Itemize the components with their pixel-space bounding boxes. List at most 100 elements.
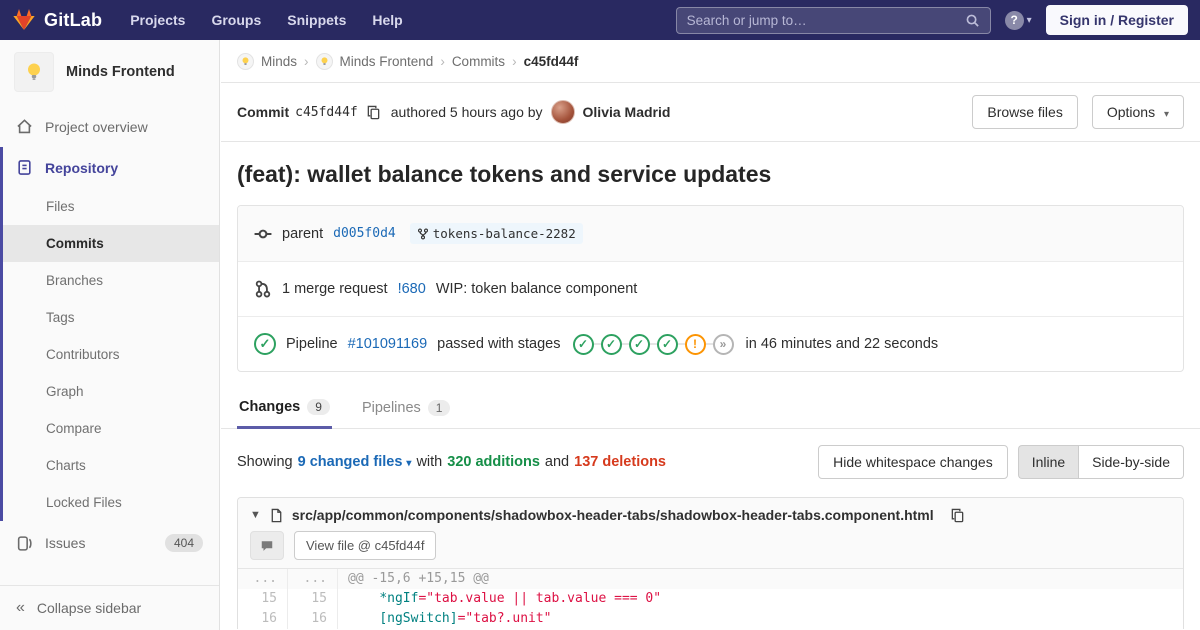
diff-table: ...... @@ -15,6 +15,15 @@ 15 15 *ngIf="tab.…	[238, 568, 1183, 629]
new-line-number[interactable]: 16	[288, 609, 338, 629]
diff-line: 16 16 [ngSwitch]="tab?.unit"	[238, 609, 1183, 629]
search-box[interactable]	[675, 6, 991, 34]
project-sidebar: Minds Frontend Project overview Reposito…	[0, 40, 220, 630]
sidebar-item-issues[interactable]: Issues 404	[0, 521, 219, 565]
parent-sha-link[interactable]: d005f0d4	[333, 226, 396, 241]
chevron-down-icon: ▾	[1163, 109, 1169, 120]
breadcrumb-commits[interactable]: Commits	[452, 54, 505, 69]
stage-passed-icon[interactable]: ✓	[600, 333, 622, 355]
project-mini-avatar	[315, 53, 333, 70]
commit-title: (feat): wallet balance tokens and servic…	[237, 161, 772, 187]
diff-line: ...... @@ -15,6 +15,15 @@	[238, 569, 1183, 589]
pipeline-duration: in 46 minutes and 22 seconds	[745, 336, 939, 352]
ref-badge[interactable]: tokens-balance-2282	[409, 223, 583, 244]
stage-connector	[593, 343, 601, 345]
sidebar-item-commits[interactable]: Commits	[3, 225, 219, 262]
gitlab-logo[interactable]: GitLab	[12, 8, 102, 32]
hide-whitespace-button[interactable]: Hide whitespace changes	[818, 445, 1008, 479]
main-menu: Projects Groups Snippets Help	[130, 12, 403, 28]
diff-file-box: ▼ src/app/common/components/shadowbox-he…	[237, 497, 1184, 629]
pipeline-stages: ✓ ✓ ✓ ✓! »	[572, 333, 734, 355]
chevron-down-icon: ▾	[406, 458, 412, 469]
group-avatar	[237, 53, 254, 70]
collapse-diff-caret-icon[interactable]: ▼	[250, 509, 261, 521]
breadcrumb-separator: ›	[512, 54, 517, 69]
pipeline-passed-icon: ✓	[254, 333, 276, 355]
diff-file-path[interactable]: src/app/common/components/shadowbox-head…	[292, 507, 934, 523]
sidebar-item-project-overview[interactable]: Project overview	[0, 106, 219, 147]
sidebar-item-branches[interactable]: Branches	[3, 262, 219, 299]
double-chevron-left-icon: «	[16, 599, 25, 616]
additions-count: 320 additions	[447, 454, 540, 470]
sidebar-item-files[interactable]: Files	[3, 188, 219, 225]
new-line-number[interactable]: ...	[288, 569, 338, 589]
stage-connector	[705, 343, 713, 345]
inline-view-button[interactable]: Inline	[1017, 445, 1079, 479]
chevron-down-icon: ▾	[1026, 14, 1032, 26]
breadcrumb-group[interactable]: Minds	[261, 54, 297, 69]
stage-passed-icon[interactable]: ✓	[628, 333, 650, 355]
merge-request-icon	[255, 280, 271, 298]
sidebar-item-graph[interactable]: Graph	[3, 373, 219, 410]
toggle-comments-button[interactable]	[250, 531, 284, 560]
copy-sha-button[interactable]	[366, 105, 381, 120]
lightbulb-icon	[242, 57, 249, 65]
browse-files-button[interactable]: Browse files	[972, 95, 1078, 129]
search-icon	[966, 14, 979, 27]
issues-icon	[17, 535, 32, 551]
stage-warning-icon[interactable]: !	[684, 333, 706, 355]
commit-tabs: Changes 9 Pipelines 1	[221, 388, 1200, 429]
sidebar-item-contributors[interactable]: Contributors	[3, 336, 219, 373]
breadcrumb-current-sha: c45fd44f	[523, 54, 579, 69]
author-avatar[interactable]	[550, 100, 575, 124]
stage-connector	[649, 343, 657, 345]
tab-pipelines[interactable]: Pipelines 1	[360, 388, 453, 428]
code-string: ="tab.value || tab.value === 0"	[418, 591, 662, 606]
sidebar-item-locked-files[interactable]: Locked Files	[3, 484, 219, 521]
sidebar-item-tags[interactable]: Tags	[3, 299, 219, 336]
mr-link[interactable]: !680	[398, 281, 426, 297]
repository-submenu: Files Commits Branches Tags Contributors Grap…	[3, 188, 219, 521]
nav-snippets[interactable]: Snippets	[287, 12, 346, 28]
old-line-number[interactable]: ...	[238, 569, 288, 589]
parent-label: parent	[282, 225, 324, 242]
copy-path-button[interactable]	[950, 508, 965, 523]
nav-groups[interactable]: Groups	[211, 12, 261, 28]
diff-view-toggle: Inline Side-by-side	[1017, 445, 1184, 479]
commit-info-box: parent d005f0d4 tokens-balance-2282 1 me…	[237, 205, 1184, 372]
side-by-side-view-button[interactable]: Side-by-side	[1078, 445, 1184, 479]
view-file-button[interactable]: View file @ c45fd44f	[294, 531, 437, 560]
pipeline-link[interactable]: #101091169	[348, 336, 428, 352]
copy-icon	[951, 508, 963, 522]
sidebar-item-repository[interactable]: Repository	[3, 147, 219, 188]
stage-passed-icon[interactable]: ✓	[572, 333, 594, 355]
diff-code: @@ -15,6 +15,15 @@	[348, 571, 489, 586]
sign-in-button[interactable]: Sign in / Register	[1045, 5, 1188, 35]
changed-files-dropdown[interactable]: 9 changed files ▾	[298, 454, 412, 470]
old-line-number[interactable]: 16	[238, 609, 288, 629]
nav-help[interactable]: Help	[372, 12, 402, 28]
author-name[interactable]: Olivia Madrid	[583, 104, 671, 120]
collapse-sidebar-button[interactable]: « Collapse sidebar	[0, 585, 219, 630]
diff-code: *ngIf="tab.value || tab.value === 0"	[338, 589, 1183, 609]
home-icon	[17, 119, 32, 134]
breadcrumb-separator: ›	[304, 54, 309, 69]
search-input[interactable]	[686, 12, 965, 28]
nav-projects[interactable]: Projects	[130, 12, 185, 28]
issues-count-badge: 404	[164, 534, 203, 552]
breadcrumb-project[interactable]: Minds Frontend	[340, 54, 434, 69]
comment-icon	[261, 540, 273, 551]
stage-passed-icon[interactable]: ✓	[656, 333, 678, 355]
new-line-number[interactable]: 15	[288, 589, 338, 609]
sidebar-item-charts[interactable]: Charts	[3, 447, 219, 484]
pipeline-row: ✓ Pipeline #101091169 passed with stages…	[238, 316, 1183, 371]
help-menu[interactable]: ? ▾	[1004, 10, 1032, 30]
tab-changes[interactable]: Changes 9	[237, 388, 332, 429]
branch-icon	[417, 228, 428, 239]
old-line-number[interactable]: 15	[238, 589, 288, 609]
options-dropdown[interactable]: Options ▾	[1091, 95, 1184, 129]
sidebar-item-compare[interactable]: Compare	[3, 410, 219, 447]
project-header[interactable]: Minds Frontend	[0, 40, 219, 106]
diff-line: 15 15 *ngIf="tab.value || tab.value === 0…	[238, 589, 1183, 609]
stage-skipped-icon[interactable]: »	[712, 333, 734, 355]
